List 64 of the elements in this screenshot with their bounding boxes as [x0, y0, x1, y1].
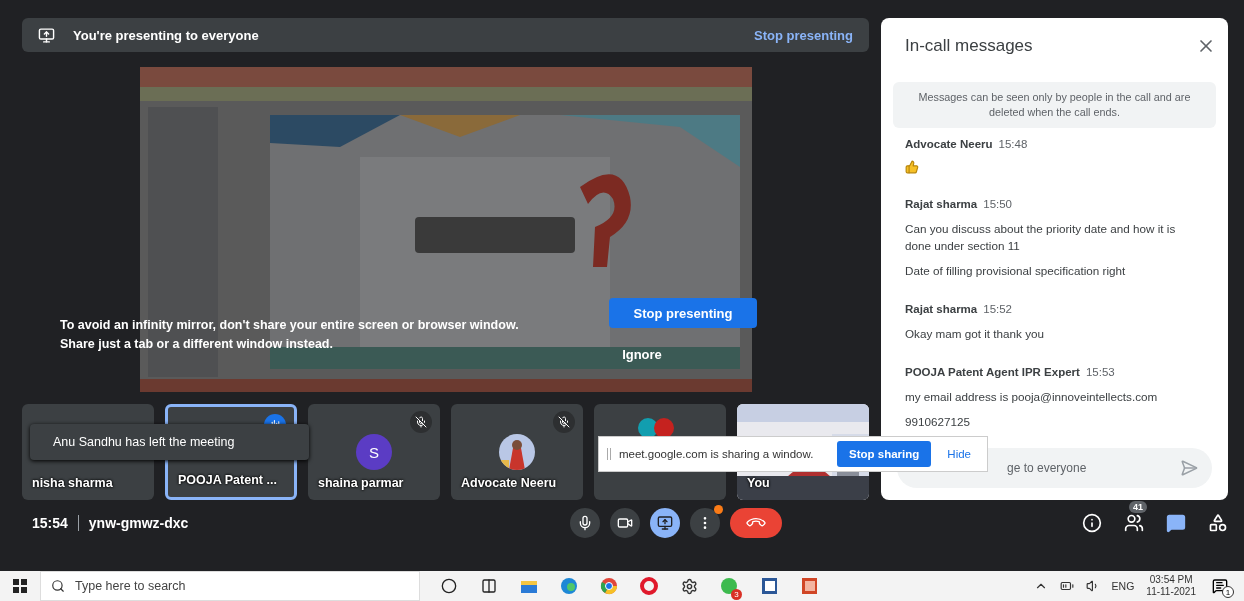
present-screen-icon — [38, 26, 55, 44]
sender-name: Advocate Neeru — [905, 138, 993, 150]
call-control-button[interactable] — [610, 508, 640, 538]
ignore-button[interactable]: Ignore — [612, 346, 672, 363]
avatar: S — [356, 434, 392, 470]
thumbs-up-icon — [905, 160, 919, 174]
info-icon[interactable] — [1082, 513, 1102, 533]
unread-badge: 3 — [731, 589, 742, 600]
participant-name: You — [747, 476, 770, 490]
language-indicator: ENG — [1111, 580, 1135, 592]
sharing-notice: meet.google.com is sharing a window. Stop sharing Hide — [598, 436, 988, 472]
message-time: 15:50 — [983, 198, 1012, 210]
taskbar-clock: 03:54 PM 11-11-2021 — [1146, 574, 1196, 598]
send-icon — [1180, 459, 1198, 477]
message-time: 15:48 — [998, 138, 1028, 150]
browser-icon — [599, 576, 619, 596]
message-text: 9910627125 — [905, 414, 971, 430]
participant-count: 41 — [1129, 501, 1147, 513]
participant-name: shaina parmar — [318, 476, 404, 490]
chat-icon[interactable] — [1166, 513, 1186, 533]
circle-icon — [441, 578, 457, 594]
presenting-status: You're presenting to everyone — [73, 27, 260, 43]
panel-title: In-call messages — [905, 36, 1033, 56]
sender-name: Rajat sharma — [905, 303, 978, 315]
message-text: my email address is pooja@innoveintellects.com — [905, 389, 1159, 405]
participant-name: Advocate Neeru — [461, 476, 557, 490]
left-meeting-toast: Anu Sandhu has left the meeting — [30, 424, 309, 460]
message-text: Okay mam got it thank you — [905, 326, 1045, 342]
battery-icon — [1059, 579, 1074, 593]
sender-name: POOJA Patent Agent IPR Expert — [905, 366, 1080, 378]
task-view-icon — [481, 578, 497, 594]
notification-dot — [714, 505, 723, 514]
stop-presenting-button[interactable]: Stop presenting — [609, 298, 757, 328]
people-icon[interactable] — [1124, 513, 1144, 533]
call-control-button[interactable] — [650, 508, 680, 538]
call-control-button[interactable] — [570, 508, 600, 538]
message-text: Can you discuss about the priority date and how it is done under section 11 — [905, 221, 1177, 254]
mirror-warning: To avoid an infinity mirror, don't share your entire screen or browser window. Share just a tab or a different window instead. — [60, 317, 519, 353]
shapes-icon[interactable] — [1208, 513, 1228, 533]
message-time: 15:53 — [1085, 366, 1115, 378]
leave-call-button[interactable] — [730, 508, 782, 538]
taskbar-app-button[interactable]: 3 — [716, 572, 742, 600]
drag-handle-icon — [607, 448, 611, 460]
camera-icon — [617, 515, 633, 531]
slides-icon — [799, 576, 819, 596]
stop-sharing-button[interactable]: Stop sharing — [837, 441, 932, 467]
ring-icon — [639, 576, 659, 596]
microphone-icon — [577, 515, 593, 531]
taskbar-search-field[interactable]: Type here to search — [40, 571, 420, 601]
stop-presenting-link[interactable]: Stop presenting — [752, 25, 855, 45]
browser-icon — [559, 576, 579, 596]
participant-name: nisha sharma — [32, 476, 113, 490]
present-screen-icon — [657, 515, 673, 531]
sender-name: Rajat sharma — [905, 198, 978, 210]
document-icon — [759, 576, 779, 596]
gear-icon — [680, 577, 698, 595]
meeting-time: 15:54 — [32, 515, 68, 531]
privacy-notice: Messages can be seen only by people in the call and are deleted when the call ends. — [893, 82, 1216, 128]
call-control-button[interactable] — [690, 508, 720, 538]
search-icon — [51, 579, 65, 593]
meeting-code: ynw-gmwz-dxc — [88, 515, 189, 531]
message-time: 15:52 — [983, 303, 1012, 315]
message-text: Date of filling provisional specification right — [905, 263, 1127, 279]
participant-name: POOJA Patent ... — [178, 473, 277, 487]
